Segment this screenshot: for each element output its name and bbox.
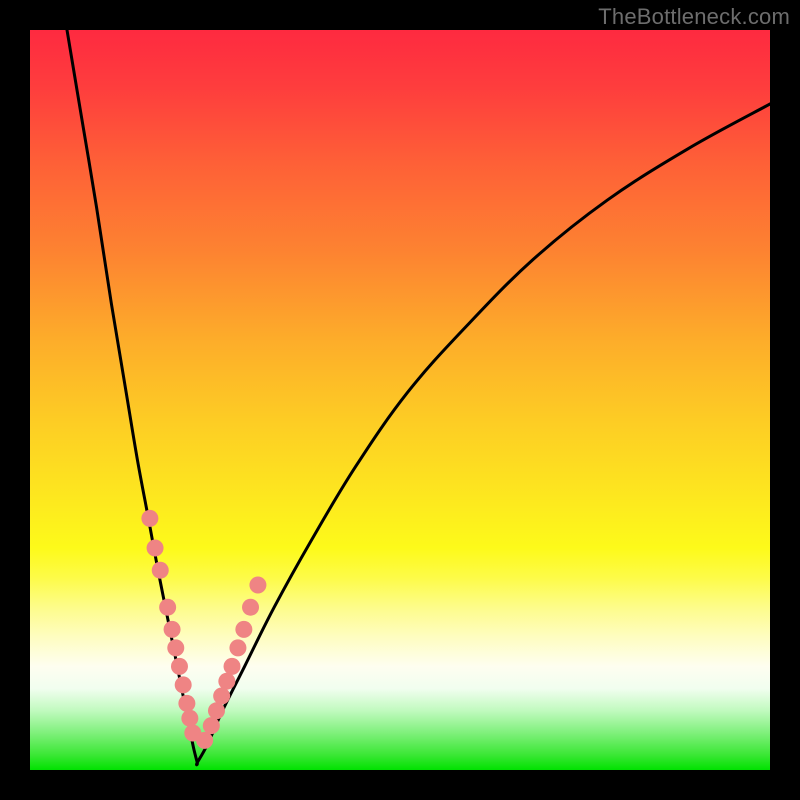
data-dot — [242, 599, 259, 616]
data-dot — [171, 658, 188, 675]
data-dot — [218, 673, 235, 690]
data-dot — [208, 702, 225, 719]
chart-plot-area — [30, 30, 770, 770]
chart-svg — [30, 30, 770, 770]
data-dot — [178, 695, 195, 712]
data-dot — [167, 639, 184, 656]
data-dot — [159, 599, 176, 616]
data-dot — [152, 562, 169, 579]
data-dot — [175, 676, 192, 693]
data-dot — [164, 621, 181, 638]
data-dot — [224, 658, 241, 675]
data-dot — [229, 639, 246, 656]
data-dot — [181, 710, 198, 727]
data-dot — [213, 688, 230, 705]
chart-frame: TheBottleneck.com — [0, 0, 800, 800]
data-dot — [141, 510, 158, 527]
data-dot — [196, 732, 213, 749]
data-dot — [203, 717, 220, 734]
data-dot — [147, 540, 164, 557]
dots-layer — [141, 510, 266, 749]
data-dot — [235, 621, 252, 638]
data-dot — [249, 577, 266, 594]
watermark-text: TheBottleneck.com — [598, 4, 790, 30]
